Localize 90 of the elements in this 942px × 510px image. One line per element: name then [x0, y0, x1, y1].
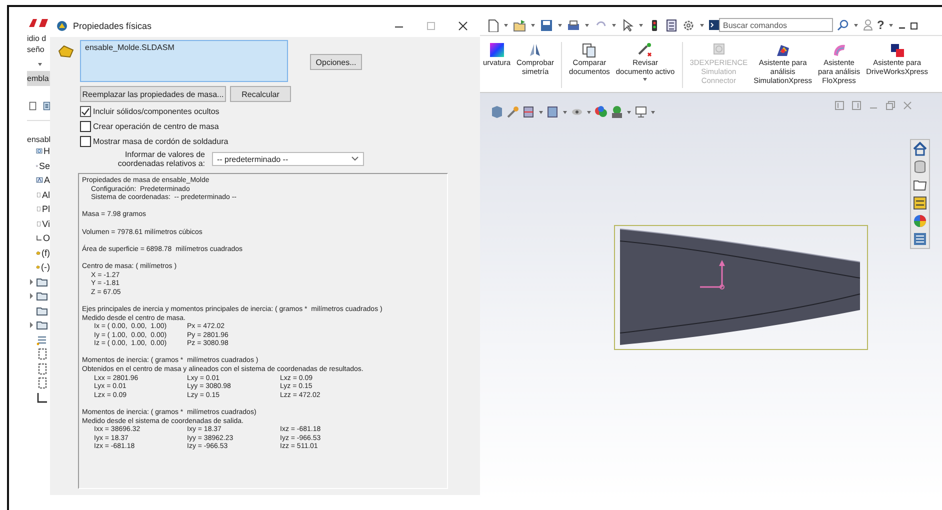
command-tab[interactable]: embla — [27, 71, 50, 86]
tree-item[interactable]: Se — [38, 160, 50, 171]
selection-item[interactable]: ensable_Molde.SLDASM — [85, 43, 174, 52]
caret-icon[interactable] — [626, 109, 632, 115]
appearance-icon[interactable] — [594, 105, 608, 119]
app-icon — [56, 20, 68, 32]
search-icon[interactable] — [837, 19, 849, 31]
terminal-icon — [709, 20, 719, 30]
caret-icon[interactable] — [538, 109, 544, 115]
color-ball-icon[interactable] — [911, 212, 929, 230]
expand-arrow-icon[interactable] — [28, 293, 34, 300]
plane-icon — [36, 348, 48, 360]
palette-icon[interactable] — [911, 194, 929, 212]
tree-item[interactable]: (-) — [41, 262, 50, 272]
checkbox[interactable] — [80, 136, 91, 146]
help-button[interactable]: ? — [877, 18, 884, 32]
new-document-icon[interactable] — [486, 18, 499, 32]
caret-icon[interactable] — [853, 22, 859, 28]
tree-item[interactable]: Pl — [42, 204, 50, 214]
pointer-icon[interactable] — [621, 18, 634, 32]
caret-icon[interactable] — [562, 109, 568, 115]
ribbon-label[interactable]: idio d seño — [27, 33, 50, 55]
window-title: Propiedades físicas — [73, 21, 152, 31]
cubes-icon — [889, 42, 906, 58]
options-button[interactable]: Opciones... — [310, 54, 362, 70]
display-icon[interactable] — [634, 105, 648, 119]
field-label: Informar de valores de coordenadas relativos a: — [116, 150, 205, 168]
caret-icon[interactable] — [37, 61, 43, 67]
scene-icon[interactable] — [610, 105, 624, 119]
caret-icon[interactable] — [584, 22, 590, 28]
check-document-icon — [637, 42, 654, 58]
expand-arrow-icon[interactable] — [28, 278, 34, 285]
tree-root-label[interactable]: ensabl — [27, 135, 50, 144]
caret-icon[interactable] — [530, 22, 536, 28]
search-field[interactable]: Buscar comandos — [719, 18, 833, 32]
panel-icon[interactable] — [29, 100, 36, 112]
tree-item[interactable]: A — [44, 175, 50, 186]
checkbox-label[interactable]: Crear operación de centro de masa — [93, 122, 219, 130]
checkbox-label[interactable]: Mostrar masa de cordón de soldadura — [93, 136, 228, 146]
chevron-icon — [351, 156, 359, 162]
zoom-area-icon[interactable] — [506, 105, 520, 119]
tree-item[interactable]: Vi — [42, 218, 50, 229]
restore-icon[interactable] — [910, 20, 918, 30]
caret-icon[interactable] — [888, 22, 894, 28]
list-icon[interactable] — [42, 100, 50, 112]
zoom-fit-icon[interactable] — [490, 105, 504, 119]
open-folder-icon[interactable] — [513, 18, 526, 32]
save-icon[interactable] — [540, 18, 553, 32]
flow-icon — [831, 42, 848, 58]
caret-icon[interactable] — [557, 22, 563, 28]
caret-icon — [642, 76, 648, 82]
checkbox-label[interactable]: Incluir sólidos/componentes ocultos — [93, 106, 220, 116]
home-icon[interactable] — [911, 140, 929, 158]
properties-icon[interactable] — [911, 230, 929, 248]
recalculate-button[interactable]: Recalcular — [230, 86, 291, 102]
axis-triad-icon — [700, 260, 725, 290]
caret-icon[interactable] — [503, 22, 509, 28]
replace-button[interactable]: Reemplazar las propiedades de masa... — [80, 86, 226, 102]
caret-icon[interactable] — [650, 109, 656, 115]
caret-icon[interactable] — [611, 22, 617, 28]
tree-item[interactable]: O — [42, 233, 50, 244]
tile-right-icon[interactable] — [852, 101, 861, 110]
gear-icon[interactable] — [682, 18, 695, 32]
checkbox[interactable] — [80, 106, 91, 116]
logo-icon — [27, 17, 49, 29]
tile-left-icon[interactable] — [835, 101, 844, 110]
view-orientation-icon[interactable] — [546, 105, 560, 119]
print-icon[interactable] — [567, 18, 580, 32]
tree-item[interactable]: (f) — [42, 248, 50, 258]
close-icon[interactable] — [458, 21, 468, 31]
plane-icon — [36, 377, 48, 390]
plane-icon — [36, 362, 48, 375]
caret-icon[interactable] — [586, 109, 592, 115]
list-icon — [36, 334, 48, 346]
analysis-icon — [774, 42, 791, 58]
user-icon[interactable] — [863, 19, 873, 31]
file-properties-icon[interactable] — [665, 18, 678, 32]
caret-icon[interactable] — [699, 22, 705, 28]
checkbox[interactable] — [80, 120, 91, 132]
coordinate-dropdown[interactable]: -- predeterminado -- — [212, 152, 364, 166]
documents-icon — [581, 42, 598, 58]
selection-box[interactable]: ensable_Molde.SLDASM — [80, 40, 288, 82]
section-view-icon[interactable] — [522, 105, 536, 119]
tree-item[interactable]: Al — [42, 190, 50, 200]
gradient-icon — [488, 42, 505, 58]
expand-arrow-icon[interactable] — [28, 322, 34, 328]
tree-item[interactable]: H — [44, 146, 50, 156]
origin-icon — [36, 392, 48, 404]
part-icon — [58, 44, 74, 58]
caret-icon[interactable] — [638, 22, 644, 28]
